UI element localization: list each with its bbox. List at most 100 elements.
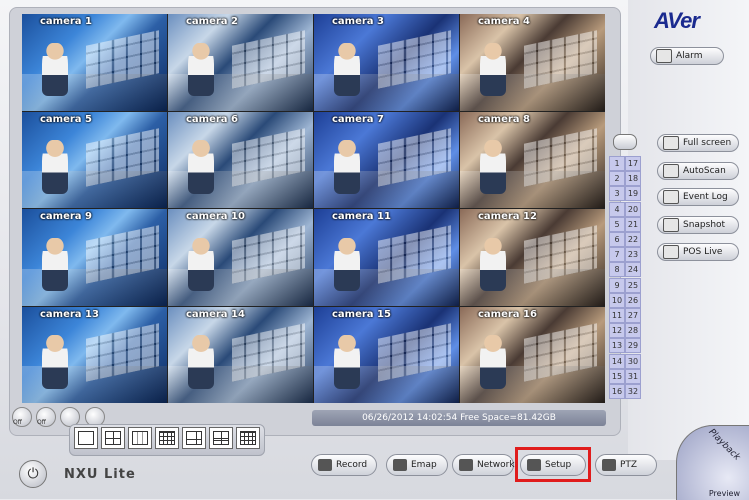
- emap-button[interactable]: Emap: [386, 454, 448, 476]
- channel-button[interactable]: 14: [609, 353, 625, 369]
- channel-button[interactable]: 18: [625, 171, 641, 187]
- channel-button[interactable]: 31: [625, 368, 641, 384]
- camera-view[interactable]: camera 9: [22, 209, 167, 306]
- alarm-off-label: Off: [37, 419, 46, 426]
- snapshot-label: Snapshot: [683, 220, 726, 230]
- camera-label: camera 1: [40, 16, 92, 27]
- channel-button[interactable]: 6: [609, 232, 625, 247]
- playback-preview-toggle[interactable]: Playback Preview: [676, 425, 749, 500]
- camera-view[interactable]: camera 4: [460, 14, 605, 111]
- layout-13-button[interactable]: [236, 427, 260, 449]
- camera-label: camera 4: [478, 16, 530, 27]
- channel-button[interactable]: 32: [625, 384, 641, 399]
- channel-button[interactable]: 27: [625, 308, 641, 323]
- camera-view[interactable]: camera 11: [314, 209, 459, 306]
- layout-6-button[interactable]: [182, 427, 206, 449]
- network-icon: [459, 459, 473, 471]
- channel-selector: 1 17 2 18 3 19 4 20 5 21 6 22 7 23 8 24 9 25 10 26 11 27 12 28 1…: [609, 128, 641, 399]
- channel-button[interactable]: 9: [609, 277, 625, 293]
- camera-view[interactable]: camera 14: [168, 306, 313, 403]
- layout-16-button[interactable]: [155, 427, 179, 449]
- full-screen-button[interactable]: Full screen: [657, 134, 739, 152]
- channel-button[interactable]: 2: [609, 171, 625, 187]
- channel-button[interactable]: 20: [625, 201, 641, 217]
- camera-label: camera 9: [40, 211, 92, 222]
- channel-button[interactable]: 7: [609, 247, 625, 263]
- ptz-icon: [602, 459, 616, 471]
- channel-button[interactable]: 19: [625, 186, 641, 202]
- channel-button[interactable]: 10: [609, 292, 625, 308]
- camera-label: camera 5: [40, 113, 92, 125]
- channel-button[interactable]: 13: [609, 338, 625, 354]
- event-log-button[interactable]: Event Log: [657, 188, 739, 206]
- power-button[interactable]: ⏻: [19, 460, 47, 488]
- record-button[interactable]: Record: [311, 454, 377, 476]
- camera-view[interactable]: camera 3: [314, 14, 459, 111]
- camera-view[interactable]: camera 7: [314, 111, 459, 208]
- autoscan-icon: [663, 164, 679, 178]
- camera-label: camera 8: [478, 113, 530, 125]
- channel-button[interactable]: 8: [609, 262, 625, 278]
- channel-button[interactable]: 3: [609, 186, 625, 202]
- channel-button[interactable]: 16: [609, 384, 625, 399]
- channel-button[interactable]: 28: [625, 323, 641, 339]
- snapshot-button[interactable]: Snapshot: [657, 216, 739, 234]
- camera-label: camera 11: [332, 211, 391, 222]
- layout-1-button[interactable]: [74, 427, 98, 449]
- camera-view[interactable]: camera 1: [22, 14, 167, 111]
- channel-button[interactable]: 21: [625, 216, 641, 232]
- channel-button[interactable]: 22: [625, 232, 641, 247]
- channel-button[interactable]: 25: [625, 277, 641, 293]
- camera-label: camera 15: [332, 308, 391, 320]
- channel-button[interactable]: 24: [625, 262, 641, 278]
- network-label: Network: [477, 460, 515, 470]
- camera-label: camera 10: [186, 211, 245, 222]
- channel-button[interactable]: 1: [609, 156, 625, 171]
- channel-button[interactable]: 5: [609, 216, 625, 232]
- channel-button[interactable]: 15: [609, 368, 625, 384]
- camera-label: camera 14: [186, 308, 245, 320]
- camera-view[interactable]: camera 12: [460, 209, 605, 306]
- camera-view[interactable]: camera 8: [460, 111, 605, 208]
- camera-icon: [663, 218, 679, 232]
- alarm-label: Alarm: [676, 51, 703, 61]
- record-icon: [318, 459, 332, 471]
- channel-button[interactable]: 12: [609, 323, 625, 339]
- full-screen-label: Full screen: [683, 138, 732, 148]
- ptz-label: PTZ: [620, 460, 638, 470]
- channel-button[interactable]: 29: [625, 338, 641, 354]
- channel-button[interactable]: 4: [609, 201, 625, 217]
- product-name: NXU Lite: [64, 467, 136, 482]
- channel-button[interactable]: 26: [625, 292, 641, 308]
- pos-live-button[interactable]: POS Live: [657, 243, 739, 261]
- camera-view[interactable]: camera 15: [314, 306, 459, 403]
- camera-group-icon[interactable]: [609, 128, 641, 154]
- autoscan-button[interactable]: AutoScan: [657, 162, 739, 180]
- audio-off-label: Off: [13, 419, 22, 426]
- channel-button[interactable]: 11: [609, 308, 625, 323]
- layout-8-button[interactable]: [209, 427, 233, 449]
- alarm-button[interactable]: Alarm: [650, 47, 724, 65]
- status-bar: 06/26/2012 14:02:54 Free Space=81.42GB: [312, 410, 606, 426]
- ptz-button[interactable]: PTZ: [595, 454, 657, 476]
- camera-view[interactable]: camera 10: [168, 209, 313, 306]
- camera-label: camera 12: [478, 211, 537, 222]
- alarm-icon: [656, 49, 672, 63]
- camera-view[interactable]: camera 16: [460, 306, 605, 403]
- camera-view[interactable]: camera 13: [22, 306, 167, 403]
- camera-view[interactable]: camera 6: [168, 111, 313, 208]
- camera-view[interactable]: camera 2: [168, 14, 313, 111]
- emap-icon: [393, 459, 407, 471]
- camera-label: camera 6: [186, 113, 238, 125]
- camera-view[interactable]: camera 5: [22, 111, 167, 208]
- channel-button[interactable]: 17: [625, 156, 641, 171]
- network-button[interactable]: Network: [452, 454, 515, 476]
- pos-live-label: POS Live: [683, 247, 723, 257]
- layout-4-button[interactable]: [101, 427, 125, 449]
- camera-label: camera 16: [478, 308, 537, 320]
- channel-button[interactable]: 30: [625, 353, 641, 369]
- pos-icon: [663, 245, 679, 259]
- autoscan-label: AutoScan: [683, 166, 726, 176]
- layout-9-button[interactable]: [128, 427, 152, 449]
- channel-button[interactable]: 23: [625, 247, 641, 263]
